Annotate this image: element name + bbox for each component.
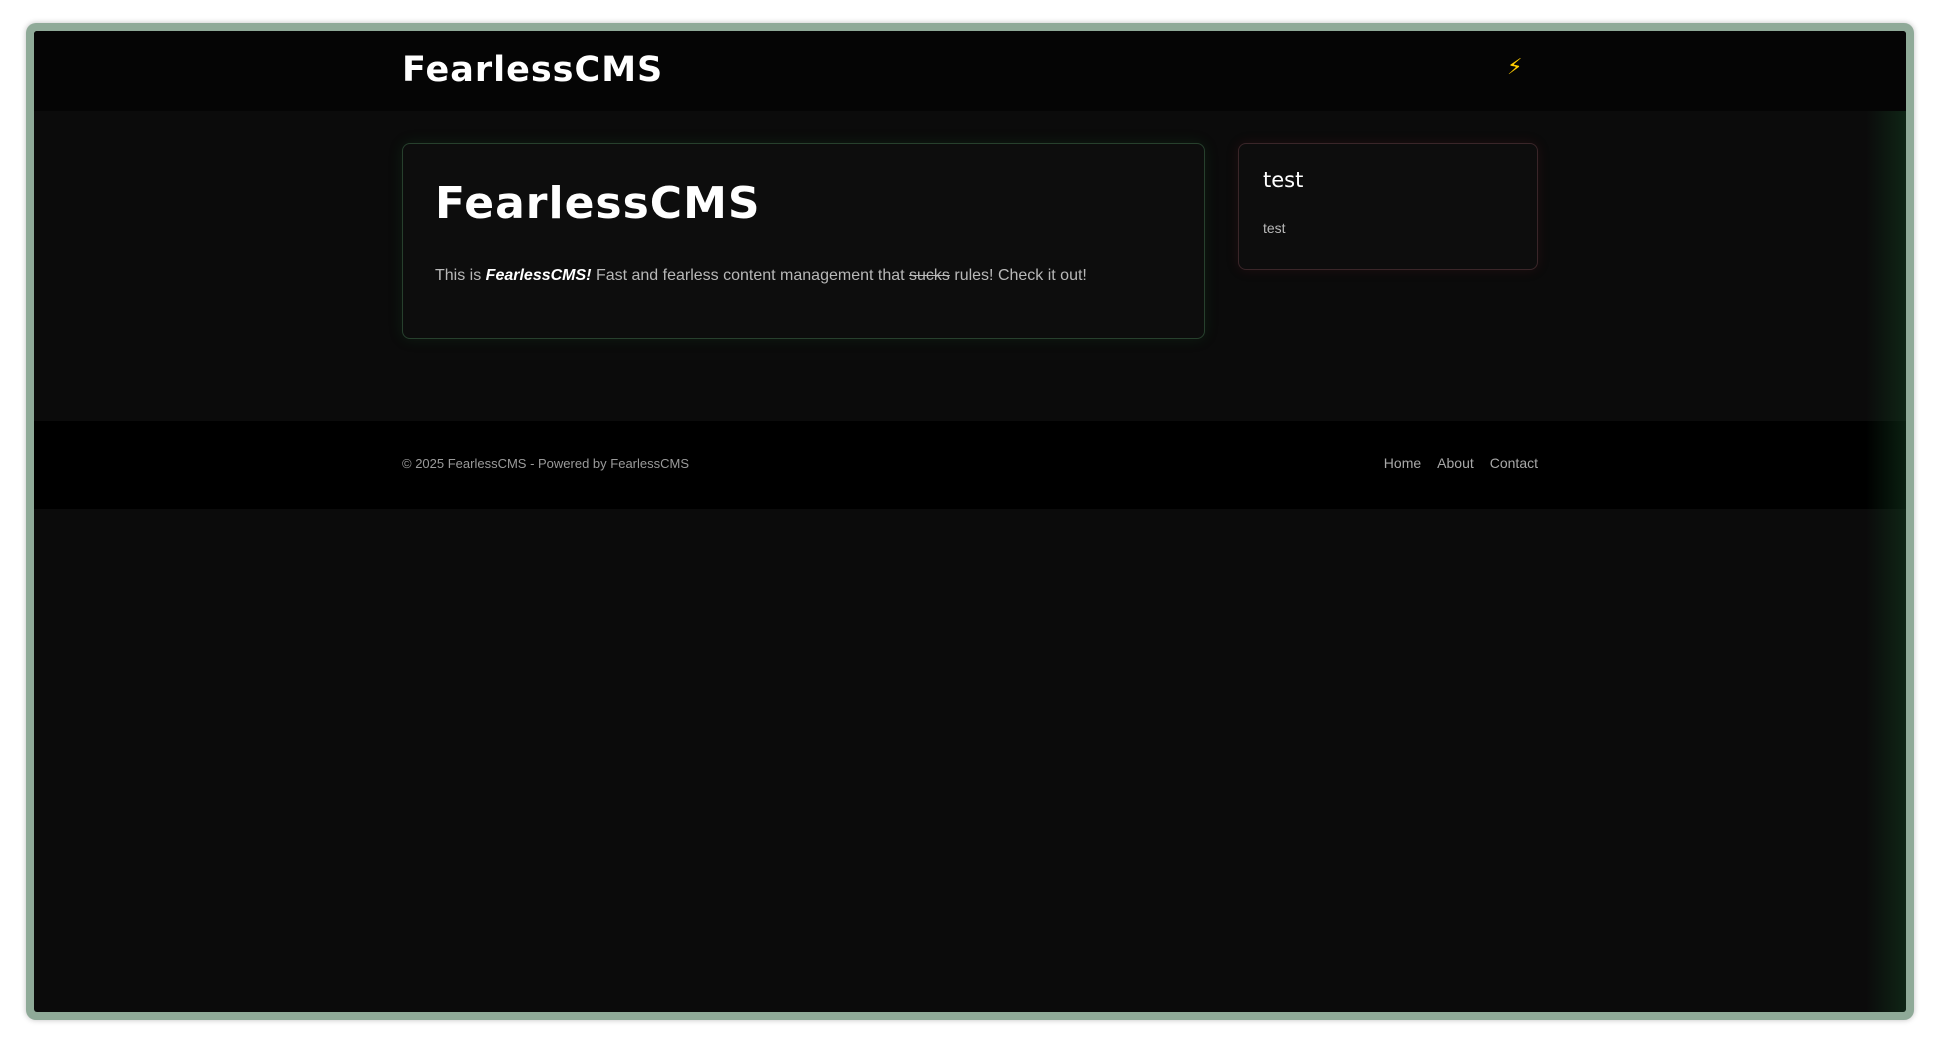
site-header: FearlessCMS ⚡ bbox=[34, 31, 1906, 111]
sidebar-widget: test test bbox=[1238, 143, 1538, 270]
copyright-text: © 2025 FearlessCMS - Powered by Fearless… bbox=[402, 456, 690, 471]
edge-glow bbox=[1866, 111, 1906, 1012]
footer-link-contact[interactable]: Contact bbox=[1490, 455, 1538, 472]
footer-link-home[interactable]: Home bbox=[1384, 455, 1421, 472]
page-viewport: FearlessCMS ⚡ FearlessCMS This is Fearle… bbox=[34, 31, 1906, 1012]
body-emphasis: FearlessCMS! bbox=[485, 267, 592, 284]
site-title[interactable]: FearlessCMS bbox=[402, 49, 663, 91]
site-footer: © 2025 FearlessCMS - Powered by Fearless… bbox=[34, 421, 1906, 509]
widget-body: test bbox=[1263, 220, 1286, 236]
footer-link-about[interactable]: About bbox=[1437, 455, 1474, 472]
lightning-bolt-icon[interactable]: ⚡ bbox=[1507, 57, 1522, 79]
main-content-card: FearlessCMS This is FearlessCMS! Fast an… bbox=[402, 143, 1205, 339]
body-middle: Fast and fearless content management tha… bbox=[591, 267, 910, 284]
widget-title: test bbox=[1263, 168, 1304, 192]
body-prefix: This is bbox=[435, 267, 486, 284]
body-suffix: rules! Check it out! bbox=[949, 267, 1087, 284]
window-frame: FearlessCMS ⚡ FearlessCMS This is Fearle… bbox=[26, 23, 1914, 1020]
page-body: This is FearlessCMS! Fast and fearless c… bbox=[435, 266, 1087, 287]
body-strikethrough: sucks bbox=[909, 267, 950, 284]
page-title: FearlessCMS bbox=[435, 178, 761, 229]
footer-nav: Home About Contact bbox=[1384, 455, 1538, 472]
